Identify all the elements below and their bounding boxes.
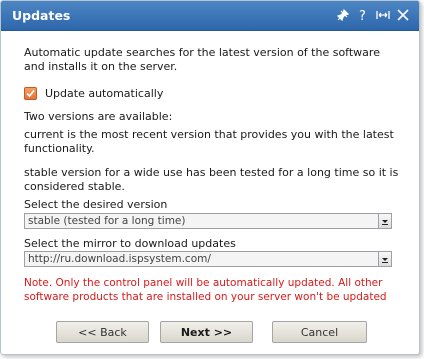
pin-icon[interactable] <box>335 7 351 23</box>
current-version-description: current is the most recent version that … <box>24 128 394 155</box>
chevron-down-icon[interactable] <box>378 214 391 228</box>
version-select-value: stable (tested for a long time) <box>28 215 186 227</box>
auto-update-checkbox[interactable] <box>24 86 37 100</box>
auto-update-label: Update automatically <box>45 86 164 100</box>
stable-version-description: stable version for a wide use has been t… <box>24 166 399 193</box>
checkmark-icon <box>26 89 35 97</box>
updates-dialog: Updates ? Automatic update searches for … <box>0 0 420 355</box>
title-bar[interactable]: Updates ? <box>1 1 419 31</box>
mirror-select-label: Select the mirror to download updates <box>24 237 236 250</box>
mirror-select-value: http://ru.download.ispsystem.com/ <box>28 253 211 265</box>
help-icon[interactable]: ? <box>355 7 371 23</box>
version-select[interactable]: stable (tested for a long time) <box>24 213 392 229</box>
mirror-select[interactable]: http://ru.download.ispsystem.com/ <box>24 251 392 267</box>
versions-heading: Two versions are available: <box>24 110 173 123</box>
chevron-down-icon[interactable] <box>378 252 391 266</box>
intro-text: Automatic update searches for the latest… <box>24 46 380 73</box>
close-icon[interactable] <box>395 7 411 23</box>
dialog-title: Updates <box>12 8 71 23</box>
next-button[interactable]: Next >> <box>160 321 253 343</box>
cancel-button[interactable]: Cancel <box>272 321 367 343</box>
title-bar-icons: ? <box>335 5 411 25</box>
maximize-icon[interactable] <box>375 7 391 23</box>
version-select-label: Select the desired version <box>24 198 168 211</box>
auto-update-row[interactable]: Update automatically <box>24 86 163 100</box>
back-button[interactable]: << Back <box>56 321 149 343</box>
update-note: Note. Only the control panel will be aut… <box>24 277 387 303</box>
help-glyph: ? <box>359 9 366 23</box>
